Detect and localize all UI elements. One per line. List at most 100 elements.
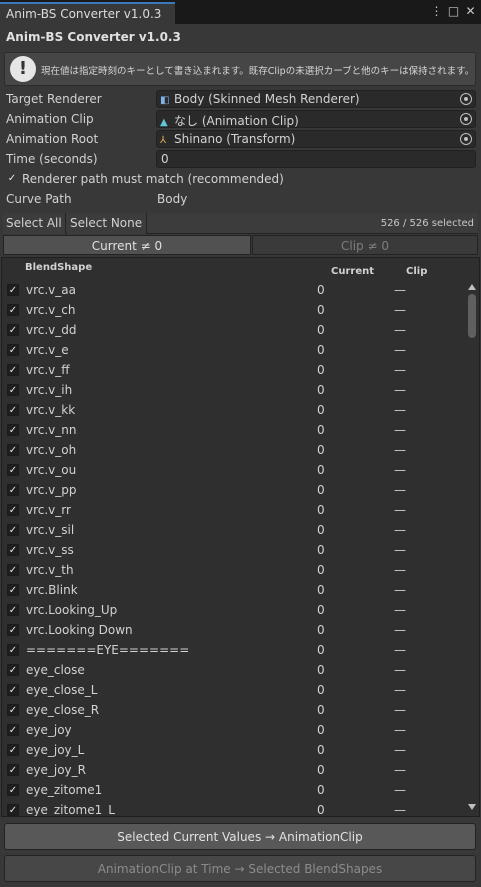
row-checkbox[interactable]: ✓: [7, 464, 19, 476]
row-checkbox[interactable]: ✓: [7, 604, 19, 616]
current-value: 0: [317, 443, 325, 457]
apply-to-blendshapes-button[interactable]: AnimationClip at Time → Selected BlendSh…: [4, 855, 476, 882]
tab-current-nonzero[interactable]: Current ≠ 0: [3, 235, 251, 255]
blendshape-name: =======EYE=======: [26, 643, 190, 657]
row-checkbox[interactable]: ✓: [7, 284, 19, 296]
row-checkbox[interactable]: ✓: [7, 444, 19, 456]
animation-root-value: Shinano (Transform): [174, 132, 296, 146]
clip-value: —: [394, 583, 406, 597]
list-item[interactable]: ✓ =======EYE======= 0 —: [2, 640, 468, 660]
current-value: 0: [317, 383, 325, 397]
current-value: 0: [317, 503, 325, 517]
row-checkbox[interactable]: ✓: [7, 584, 19, 596]
object-picker-icon[interactable]: [460, 93, 472, 105]
apply-to-clip-button[interactable]: Selected Current Values → AnimationClip: [4, 823, 476, 850]
list-item[interactable]: ✓ vrc.v_ss 0 —: [2, 540, 468, 560]
list-item[interactable]: ✓ vrc.Blink 0 —: [2, 580, 468, 600]
row-checkbox[interactable]: ✓: [7, 784, 19, 796]
list-item[interactable]: ✓ eye_joy 0 —: [2, 720, 468, 740]
maximize-icon[interactable]: □: [447, 3, 460, 19]
list-item[interactable]: ✓ vrc.v_aa 0 —: [2, 280, 468, 300]
page-title: Anim-BS Converter v1.0.3: [6, 30, 181, 44]
current-value: 0: [317, 303, 325, 317]
blendshape-name: vrc.v_pp: [26, 483, 77, 497]
row-checkbox[interactable]: ✓: [7, 384, 19, 396]
list-item[interactable]: ✓ vrc.v_ff 0 —: [2, 360, 468, 380]
row-checkbox[interactable]: ✓: [7, 524, 19, 536]
list-item[interactable]: ✓ vrc.v_rr 0 —: [2, 500, 468, 520]
row-checkbox[interactable]: ✓: [7, 364, 19, 376]
row-checkbox[interactable]: ✓: [7, 404, 19, 416]
row-checkbox[interactable]: ✓: [7, 764, 19, 776]
list-item[interactable]: ✓ vrc.v_pp 0 —: [2, 480, 468, 500]
current-value: 0: [317, 423, 325, 437]
blendshape-name: eye_close_R: [26, 703, 100, 717]
list-item[interactable]: ✓ eye_zitome1_L 0 —: [2, 800, 468, 816]
row-checkbox[interactable]: ✓: [7, 624, 19, 636]
list-item[interactable]: ✓ vrc.Looking_Up 0 —: [2, 600, 468, 620]
animation-root-field[interactable]: ⅄ Shinano (Transform): [156, 130, 476, 148]
object-picker-icon[interactable]: [460, 113, 472, 125]
blendshape-name: eye_joy_L: [26, 743, 85, 757]
row-checkbox[interactable]: ✓: [7, 724, 19, 736]
row-checkbox[interactable]: ✓: [7, 304, 19, 316]
row-checkbox[interactable]: ✓: [7, 484, 19, 496]
list-item[interactable]: ✓ eye_joy_L 0 —: [2, 740, 468, 760]
current-value: 0: [317, 343, 325, 357]
list-item[interactable]: ✓ eye_joy_R 0 —: [2, 760, 468, 780]
list-item[interactable]: ✓ vrc.v_ou 0 —: [2, 460, 468, 480]
list-item[interactable]: ✓ vrc.v_ih 0 —: [2, 380, 468, 400]
object-picker-icon[interactable]: [460, 133, 472, 145]
scroll-down-icon[interactable]: [468, 804, 476, 810]
list-item[interactable]: ✓ eye_close_R 0 —: [2, 700, 468, 720]
list-item[interactable]: ✓ vrc.v_th 0 —: [2, 560, 468, 580]
row-checkbox[interactable]: ✓: [7, 664, 19, 676]
current-value: 0: [317, 283, 325, 297]
clip-value: —: [394, 743, 406, 757]
list-scrollbar[interactable]: [466, 280, 478, 814]
select-all-button[interactable]: Select All: [3, 213, 66, 234]
list-item[interactable]: ✓ vrc.v_e 0 —: [2, 340, 468, 360]
list-item[interactable]: ✓ vrc.v_ch 0 —: [2, 300, 468, 320]
target-renderer-field[interactable]: ◧ Body (Skinned Mesh Renderer): [156, 90, 476, 108]
path-match-checkbox[interactable]: ✓: [6, 173, 18, 185]
current-value: 0: [317, 603, 325, 617]
list-item[interactable]: ✓ vrc.v_sil 0 —: [2, 520, 468, 540]
selection-count: 526 / 526 selected: [380, 218, 474, 229]
blendshape-name: eye_close: [26, 663, 85, 677]
window-tab[interactable]: Anim-BS Converter v1.0.3: [0, 2, 175, 24]
list-item[interactable]: ✓ vrc.v_dd 0 —: [2, 320, 468, 340]
close-icon[interactable]: ✕: [464, 3, 477, 19]
row-checkbox[interactable]: ✓: [7, 504, 19, 516]
list-item[interactable]: ✓ vrc.v_kk 0 —: [2, 400, 468, 420]
time-input[interactable]: 0: [156, 150, 476, 168]
animation-clip-field[interactable]: ▲ なし (Animation Clip): [156, 110, 476, 128]
list-item[interactable]: ✓ vrc.v_nn 0 —: [2, 420, 468, 440]
row-checkbox[interactable]: ✓: [7, 324, 19, 336]
row-checkbox[interactable]: ✓: [7, 704, 19, 716]
animation-clip-label: Animation Clip: [6, 112, 94, 126]
row-checkbox[interactable]: ✓: [7, 644, 19, 656]
row-checkbox[interactable]: ✓: [7, 744, 19, 756]
list-item[interactable]: ✓ eye_close 0 —: [2, 660, 468, 680]
scrollbar-thumb[interactable]: [468, 294, 476, 338]
current-value: 0: [317, 623, 325, 637]
row-checkbox[interactable]: ✓: [7, 344, 19, 356]
select-none-button[interactable]: Select None: [67, 213, 147, 234]
tab-clip-nonzero[interactable]: Clip ≠ 0: [252, 235, 478, 255]
list-item[interactable]: ✓ eye_close_L 0 —: [2, 680, 468, 700]
list-item[interactable]: ✓ vrc.Looking Down 0 —: [2, 620, 468, 640]
blendshape-name: vrc.v_ou: [26, 463, 77, 477]
row-checkbox[interactable]: ✓: [7, 424, 19, 436]
row-checkbox[interactable]: ✓: [7, 684, 19, 696]
row-checkbox[interactable]: ✓: [7, 544, 19, 556]
row-checkbox[interactable]: ✓: [7, 804, 19, 816]
list-item[interactable]: ✓ eye_zitome1 0 —: [2, 780, 468, 800]
animation-root-label: Animation Root: [6, 132, 99, 146]
current-value: 0: [317, 563, 325, 577]
scroll-up-icon[interactable]: [468, 284, 476, 290]
kebab-menu-icon[interactable]: ⋮: [430, 3, 443, 19]
row-checkbox[interactable]: ✓: [7, 564, 19, 576]
help-box: ! 現在値は指定時刻のキーとして書き込まれます。既存Clipの未選択カーブと他の…: [4, 52, 476, 86]
list-item[interactable]: ✓ vrc.v_oh 0 —: [2, 440, 468, 460]
